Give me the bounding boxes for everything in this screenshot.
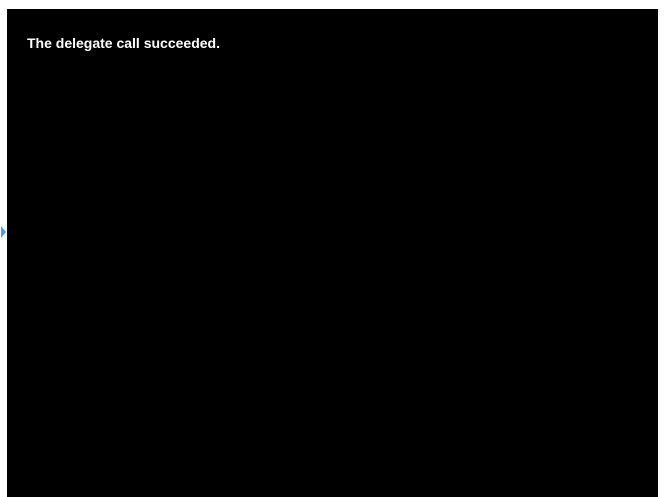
arrow-right-icon (1, 226, 6, 238)
output-canvas: The delegate call succeeded. (7, 9, 658, 497)
left-margin (0, 0, 7, 497)
status-message: The delegate call succeeded. (27, 35, 220, 51)
